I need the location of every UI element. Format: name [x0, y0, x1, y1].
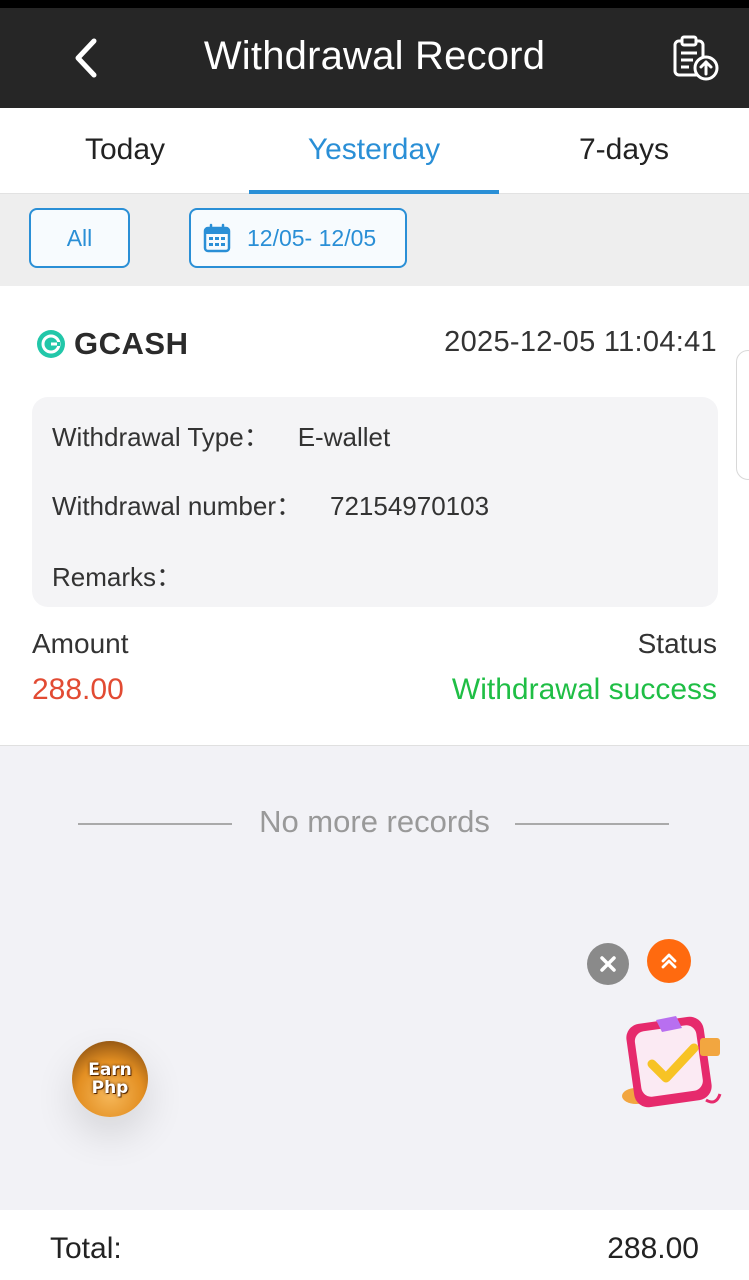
filter-bar: All 12/05- 12/05: [0, 194, 749, 286]
clipboard-upload-icon: [673, 35, 719, 81]
divider-right: [515, 823, 669, 825]
total-footer: Total: 288.00: [0, 1210, 749, 1280]
date-range-button[interactable]: 12/05- 12/05: [189, 208, 407, 268]
gcash-logo-icon: [37, 330, 65, 358]
list-end-indicator: No more records: [0, 804, 749, 844]
task-gift-icon: [622, 1016, 722, 1108]
withdrawal-type-row: Withdrawal Type： E-wallet: [52, 417, 390, 454]
withdrawal-type-label: Withdrawal Type：: [52, 422, 270, 452]
remarks-label: Remarks：: [52, 562, 183, 592]
total-label: Total:: [50, 1232, 122, 1265]
status-value: Withdrawal success: [451, 673, 717, 706]
task-reward-button[interactable]: [616, 1008, 726, 1116]
withdrawal-number-row: Withdrawal number： 72154970103: [52, 486, 489, 523]
earn-badge-line2: Php: [91, 1078, 129, 1098]
status-bar-strip: [0, 0, 749, 8]
tab-today[interactable]: Today: [0, 108, 250, 194]
channel-logo: GCASH: [36, 326, 188, 362]
amount-label: Amount: [32, 628, 129, 659]
close-icon: [600, 956, 616, 972]
date-range-label: 12/05- 12/05: [247, 224, 377, 251]
type-filter-button[interactable]: All: [29, 208, 130, 268]
page-title: Withdrawal Record: [203, 34, 546, 78]
side-drawer-handle[interactable]: [736, 350, 749, 480]
withdrawal-type-value: E-wallet: [297, 422, 391, 452]
status-label: Status: [637, 628, 717, 659]
record-details: Withdrawal Type： E-wallet Withdrawal numb…: [32, 397, 718, 607]
date-tabs: Today Yesterday 7-days: [0, 108, 749, 194]
tab-yesterday[interactable]: Yesterday: [249, 108, 499, 194]
remarks-row: Remarks：: [52, 557, 210, 594]
app-header: Withdrawal Record: [0, 0, 749, 108]
record-timestamp: 2025-12-05 11:04:41: [444, 326, 717, 358]
total-value: 288.00: [607, 1232, 699, 1265]
close-floating-button[interactable]: [587, 943, 629, 985]
double-chevron-up-icon: [661, 953, 677, 969]
export-record-button[interactable]: [670, 34, 722, 84]
channel-name: GCASH: [74, 326, 189, 361]
amount-value: 288.00: [32, 673, 124, 706]
calendar-icon: [203, 223, 231, 253]
earn-php-floating-button[interactable]: Earn Php: [72, 1041, 148, 1117]
tab-7-days[interactable]: 7-days: [499, 108, 749, 194]
earn-badge-line1: Earn: [88, 1060, 132, 1080]
no-more-records-text: No more records: [259, 804, 490, 839]
withdrawal-record-card[interactable]: GCASH 2025-12-05 11:04:41 Withdrawal Typ…: [0, 286, 749, 746]
withdrawal-number-label: Withdrawal number：: [52, 491, 302, 521]
scroll-top-button[interactable]: [647, 939, 691, 983]
withdrawal-number-value: 72154970103: [329, 491, 490, 521]
